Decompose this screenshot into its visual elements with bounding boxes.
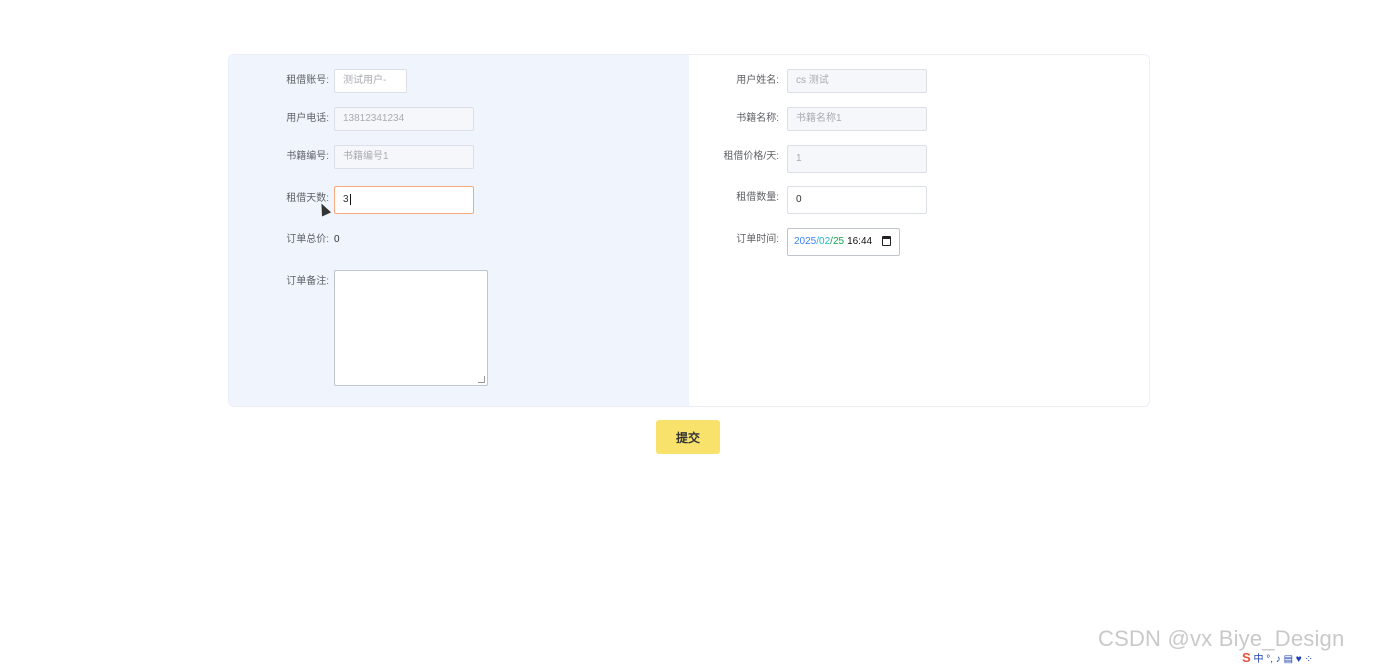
date-year: 2025 [794, 236, 817, 247]
tray-icons[interactable]: 中 °, ♪ ▤ ♥ ⁘ [1253, 654, 1312, 665]
book-number-label: 书籍编号: [286, 151, 329, 162]
quantity-input[interactable]: 0 [787, 186, 927, 214]
submit-button[interactable]: 提交 [656, 420, 720, 454]
resize-handle-icon[interactable] [478, 376, 485, 383]
right-form-panel: 用户姓名: cs 测试 书籍名称: 书籍名称1 租借价格/天: 1 租借数量: … [689, 55, 1149, 406]
phone-label: 用户电话: [286, 113, 329, 124]
order-time-input[interactable]: 2025/02/25 16:44 [787, 228, 900, 256]
sogou-logo-icon[interactable]: S [1242, 650, 1251, 665]
date-month: 02 [819, 236, 831, 247]
order-remark-label: 订单备注: [286, 276, 329, 287]
book-name-input[interactable]: 书籍名称1 [787, 107, 927, 131]
account-input[interactable]: 测试用户- [334, 69, 407, 93]
username-label: 用户姓名: [736, 75, 779, 86]
account-label: 租借账号: [286, 75, 329, 86]
rental-price-input[interactable]: 1 [787, 145, 927, 173]
system-tray: S 中 °, ♪ ▤ ♥ ⁘ [1242, 650, 1313, 665]
left-form-panel: 租借账号: 测试用户- 用户电话: 13812341234 书籍编号: 书籍编号… [229, 55, 689, 406]
order-remark-textarea[interactable] [334, 270, 488, 386]
text-caret [349, 193, 351, 205]
quantity-label: 租借数量: [736, 192, 779, 203]
order-time-label: 订单时间: [736, 234, 779, 245]
order-total-value: 0 [334, 234, 340, 245]
book-number-input[interactable]: 书籍编号1 [334, 145, 474, 169]
date-day: 25 [832, 236, 845, 247]
username-input[interactable]: cs 测试 [787, 69, 927, 93]
order-form-card: 租借账号: 测试用户- 用户电话: 13812341234 书籍编号: 书籍编号… [228, 54, 1150, 407]
book-name-label: 书籍名称: [736, 113, 779, 124]
phone-input[interactable]: 13812341234 [334, 107, 474, 131]
watermark: CSDN @vx Biye_Design [1098, 626, 1345, 651]
date-time: 16:44 [847, 236, 873, 247]
calendar-icon[interactable] [882, 236, 891, 246]
rental-days-label: 租借天数: [286, 193, 329, 204]
rental-price-label: 租借价格/天: [723, 151, 779, 162]
rental-days-input[interactable]: 3 [334, 186, 474, 214]
order-total-label: 订单总价: [286, 234, 329, 245]
rental-days-value: 3 [343, 194, 349, 205]
